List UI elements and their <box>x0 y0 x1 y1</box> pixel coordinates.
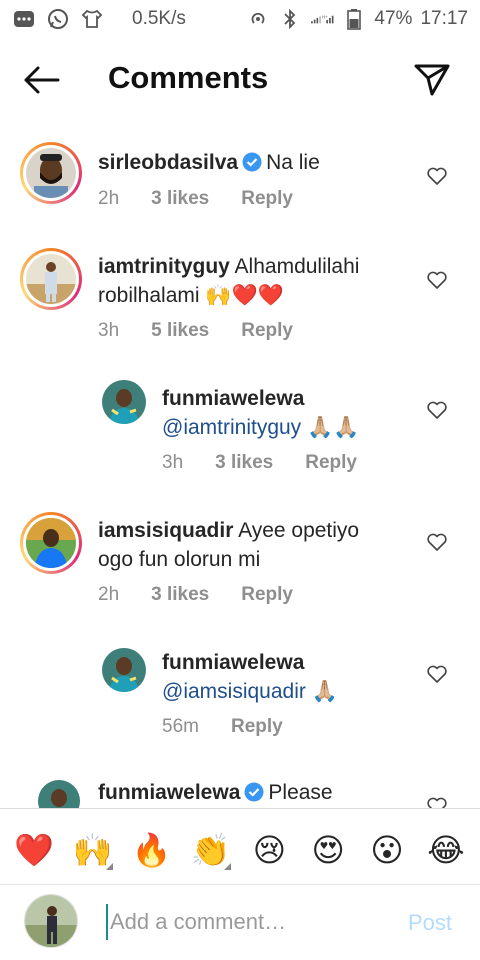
emoji-raising-hands-button[interactable]: 🙌 <box>69 826 117 874</box>
comment-meta: 56m Reply <box>162 716 315 738</box>
reply-button[interactable]: Reply <box>305 452 357 474</box>
skin-tone-indicator <box>105 863 113 870</box>
comment-username[interactable]: funmiawelewa <box>98 781 240 804</box>
verified-badge-icon <box>242 151 262 172</box>
emoji-heart-button[interactable]: ❤️ <box>10 826 58 874</box>
clock: 17:17 <box>420 8 468 29</box>
comment-text: iamsisiquadir Ayee opetiyo ogo fun oloru… <box>98 516 398 574</box>
comments-list: sirleobdasilva Na lie 2h 3 likes Reply ia… <box>0 128 480 808</box>
likes-count[interactable]: 3 likes <box>151 188 209 210</box>
reply-button[interactable]: Reply <box>241 320 293 342</box>
comment-text: funmiawelewa Please <box>98 778 398 807</box>
back-arrow-icon <box>24 66 60 94</box>
emoji-fire-button[interactable]: 🔥 <box>128 826 176 874</box>
likes-count[interactable]: 3 likes <box>215 452 273 474</box>
comment-username[interactable]: sirleobdasilva <box>98 151 238 174</box>
avatar[interactable] <box>38 780 80 808</box>
comment-item: sirleobdasilva Na lie 2h 3 likes Reply <box>0 128 480 238</box>
like-comment-button[interactable] <box>426 796 448 808</box>
comment-body: Na lie <box>266 151 320 174</box>
comment-time: 2h <box>98 188 120 209</box>
comment-item: iamsisiquadir Ayee opetiyo ogo fun oloru… <box>0 510 480 630</box>
comment-composer: Post <box>0 890 480 956</box>
comment-meta: 2h 3 likes Reply <box>98 188 325 210</box>
comment-input[interactable] <box>106 904 386 940</box>
reply-button[interactable]: Reply <box>231 716 283 738</box>
likes-count[interactable]: 5 likes <box>151 320 209 342</box>
skin-tone-indicator <box>223 863 231 870</box>
avatar[interactable] <box>20 512 82 574</box>
verified-badge-icon <box>244 781 264 802</box>
page-title: Comments <box>108 60 269 95</box>
comment-body: 🙏🏼🙏🏼 <box>307 416 360 439</box>
emoji-surprised-button[interactable]: 😮 <box>363 826 411 874</box>
like-comment-button[interactable] <box>426 664 448 684</box>
like-comment-button[interactable] <box>426 166 448 186</box>
comment-text: funmiawelewa @iamsisiquadir 🙏🏼 <box>162 648 462 706</box>
comment-username[interactable]: iamsisiquadir <box>98 519 233 542</box>
comment-time: 3h <box>98 320 120 341</box>
comment-username[interactable]: funmiawelewa <box>162 648 462 677</box>
reply-button[interactable]: Reply <box>241 188 293 210</box>
network-speed: 0.5K/s <box>132 8 186 29</box>
likes-count[interactable]: 3 likes <box>151 584 209 606</box>
status-bar: 0.5K/s H+ 47% 17:17 <box>0 0 480 38</box>
avatar[interactable] <box>102 380 146 424</box>
battery-icon <box>342 9 366 30</box>
header: Comments <box>0 46 480 114</box>
comment-meta: 3h 3 likes Reply <box>162 452 389 474</box>
comment-meta: 2h 3 likes Reply <box>98 584 325 606</box>
heart-outline-icon <box>427 533 447 551</box>
comment-username[interactable]: funmiawelewa <box>162 384 462 413</box>
emoji-quick-bar: ❤️ 🙌 🔥 👏 😢 😍 😮 😂 <box>0 822 480 878</box>
comment-time: 2h <box>98 584 120 605</box>
comment-body: 🙏🏼 <box>311 680 338 703</box>
emoji-heart-eyes-button[interactable]: 😍 <box>304 826 352 874</box>
post-button[interactable]: Post <box>408 910 452 936</box>
tshirt-icon <box>80 9 104 29</box>
my-avatar <box>24 894 78 948</box>
comment-body: Please <box>268 781 333 804</box>
comment-time: 56m <box>162 716 199 737</box>
avatar[interactable] <box>102 648 146 692</box>
heart-outline-icon <box>427 797 447 808</box>
mention-link[interactable]: @iamsisiquadir <box>162 680 306 703</box>
whatsapp-icon <box>46 9 70 29</box>
like-comment-button[interactable] <box>426 400 448 420</box>
emoji-crying-button[interactable]: 😢 <box>245 826 293 874</box>
paper-plane-icon <box>414 64 450 96</box>
avatar[interactable] <box>20 248 82 310</box>
reply-button[interactable]: Reply <box>241 584 293 606</box>
heart-outline-icon <box>427 167 447 185</box>
heart-outline-icon <box>427 401 447 419</box>
battery-percent: 47% <box>374 8 413 29</box>
emoji-clapping-button[interactable]: 👏 <box>187 826 235 874</box>
comment-item: iamtrinityguy Alhamdulilahi robilhalami … <box>0 246 480 366</box>
signal-icon: H+ <box>310 9 334 29</box>
comment-text: iamtrinityguy Alhamdulilahi robilhalami … <box>98 252 398 310</box>
hotspot-icon <box>246 9 270 29</box>
comment-text: sirleobdasilva Na lie <box>98 148 398 177</box>
messages-icon <box>12 9 36 29</box>
reply-item: funmiawelewa @iamtrinityguy 🙏🏼🙏🏼 3h 3 li… <box>0 378 480 488</box>
heart-outline-icon <box>427 271 447 289</box>
like-comment-button[interactable] <box>426 270 448 290</box>
mention-link[interactable]: @iamtrinityguy <box>162 416 301 439</box>
comment-username[interactable]: iamtrinityguy <box>98 255 230 278</box>
heart-outline-icon <box>427 665 447 683</box>
comment-meta: 3h 5 likes Reply <box>98 320 325 342</box>
comment-item: funmiawelewa Please <box>0 776 480 808</box>
comment-time: 3h <box>162 452 184 473</box>
share-button[interactable] <box>412 60 452 100</box>
divider <box>0 808 480 809</box>
comment-text: funmiawelewa @iamtrinityguy 🙏🏼🙏🏼 <box>162 384 462 442</box>
bluetooth-icon <box>278 9 302 29</box>
reply-item: funmiawelewa @iamsisiquadir 🙏🏼 56m Reply <box>0 642 480 752</box>
emoji-laughing-button[interactable]: 😂 <box>422 826 470 874</box>
avatar[interactable] <box>20 142 82 204</box>
like-comment-button[interactable] <box>426 532 448 552</box>
back-button[interactable] <box>22 64 62 96</box>
divider <box>0 884 480 885</box>
svg-text:H+: H+ <box>322 14 328 19</box>
